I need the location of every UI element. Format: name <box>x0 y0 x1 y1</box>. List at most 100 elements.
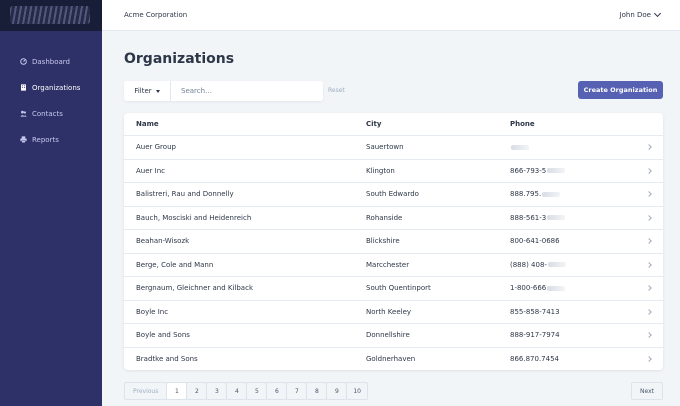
chevron-right-icon <box>646 167 652 174</box>
table-row[interactable]: Bauch, Mosciski and Heidenreich Rohanside… <box>124 205 663 230</box>
main-content: Organizations Filter Reset Create Organi… <box>102 31 680 406</box>
next-page-button[interactable]: Next <box>631 382 663 400</box>
table-row[interactable]: Berge, Cole and Mann Marcchester (888) 408… <box>124 252 663 277</box>
org-city-cell[interactable]: Blickshire <box>366 237 400 245</box>
org-name-cell[interactable]: Boyle and Sons <box>136 331 190 339</box>
pagination: Previous 1 2 3 4 5 6 7 8 9 10 <box>124 382 368 400</box>
page-title: Organizations <box>124 51 235 67</box>
page-9-button[interactable]: 9 <box>326 382 348 400</box>
page-6-button[interactable]: 6 <box>266 382 288 400</box>
org-phone-cell[interactable] <box>510 143 529 151</box>
org-city-cell[interactable]: Goldnerhaven <box>366 355 415 363</box>
table-row[interactable]: Auer Group Sauertown <box>124 135 663 159</box>
page-3-button[interactable]: 3 <box>206 382 228 400</box>
org-phone-cell[interactable]: 888.795. <box>510 190 561 198</box>
table-header: Name City Phone <box>124 113 663 135</box>
users-icon <box>20 110 27 117</box>
sidebar-item-reports[interactable]: Reports <box>20 133 102 146</box>
reset-button[interactable]: Reset <box>328 87 345 94</box>
page-5-button[interactable]: 5 <box>246 382 268 400</box>
obscured-text <box>542 191 561 197</box>
org-name-cell[interactable]: Berge, Cole and Mann <box>136 261 213 269</box>
chevron-right-icon <box>646 332 652 339</box>
table-row[interactable]: Auer Inc Klington 866-793-5 <box>124 158 663 183</box>
org-name-cell[interactable]: Beahan-Wisozk <box>136 237 189 245</box>
search-input[interactable] <box>171 81 323 101</box>
organizations-table: Name City Phone Auer Group Sauertown Auer … <box>124 113 663 370</box>
org-name-cell[interactable]: Boyle Inc <box>136 308 168 316</box>
column-header-phone: Phone <box>510 120 535 128</box>
table-row[interactable]: Boyle and Sons Donnellshire 888-917-7974 <box>124 323 663 347</box>
org-city-cell[interactable]: Donnellshire <box>366 331 410 339</box>
create-organization-button[interactable]: Create Organization <box>578 81 663 99</box>
org-phone-cell[interactable]: 888-917-7974 <box>510 331 560 339</box>
obscured-text <box>547 285 566 291</box>
user-menu[interactable]: John Doe <box>619 9 662 19</box>
printer-icon <box>20 136 27 143</box>
org-phone-cell[interactable]: 800-641-0686 <box>510 237 560 245</box>
table-row[interactable]: Boyle Inc North Keeley 855-858-7413 <box>124 299 663 324</box>
page-4-button[interactable]: 4 <box>226 382 248 400</box>
org-city-cell[interactable]: Marcchester <box>366 261 409 269</box>
org-phone-cell[interactable]: (888) 408- <box>510 261 566 269</box>
org-name-cell[interactable]: Bradtke and Sons <box>136 355 198 363</box>
sidebar-item-organizations[interactable]: Organizations <box>20 81 102 94</box>
page-1-button[interactable]: 1 <box>166 382 188 400</box>
building-icon <box>20 84 27 91</box>
org-phone-cell[interactable]: 888-561-3 <box>510 214 566 222</box>
logo-image <box>10 6 90 24</box>
table-row[interactable]: Bradtke and Sons Goldnerhaven 866.870.7454 <box>124 346 663 371</box>
sidebar-item-dashboard[interactable]: Dashboard <box>20 55 102 68</box>
org-city-cell[interactable]: Klington <box>366 167 395 175</box>
obscured-text <box>547 215 566 221</box>
obscured-text <box>547 168 566 174</box>
column-header-city: City <box>366 120 382 128</box>
chevron-down-icon <box>653 9 662 18</box>
obscured-text <box>547 262 566 268</box>
org-name-cell[interactable]: Auer Group <box>136 143 176 151</box>
table-row[interactable]: Balistreri, Rau and Donnelly South Edward… <box>124 182 663 206</box>
previous-page-button[interactable]: Previous <box>124 382 168 400</box>
table-row[interactable]: Beahan-Wisozk Blickshire 800-641-0686 <box>124 229 663 253</box>
sidebar: Dashboard Organizations Contacts Reports <box>0 31 102 406</box>
org-phone-cell[interactable]: 1-800-666 <box>510 284 566 292</box>
org-city-cell[interactable]: Sauertown <box>366 143 404 151</box>
org-phone-cell[interactable]: 855-858-7413 <box>510 308 560 316</box>
org-city-cell[interactable]: South Edwardo <box>366 190 419 198</box>
dashboard-icon <box>20 58 27 65</box>
page-10-button[interactable]: 10 <box>346 382 368 400</box>
org-name-cell[interactable]: Auer Inc <box>136 167 165 175</box>
org-phone-cell[interactable]: 866.870.7454 <box>510 355 559 363</box>
page-7-button[interactable]: 7 <box>286 382 308 400</box>
chevron-right-icon <box>646 261 652 268</box>
column-header-name: Name <box>136 120 159 128</box>
sidebar-item-label: Organizations <box>32 83 81 92</box>
org-name-cell[interactable]: Balistreri, Rau and Donnelly <box>136 190 234 198</box>
chevron-right-icon <box>646 144 652 151</box>
chevron-right-icon <box>646 285 652 292</box>
app-logo[interactable] <box>0 0 102 31</box>
org-name-cell[interactable]: Bauch, Mosciski and Heidenreich <box>136 214 251 222</box>
page-8-button[interactable]: 8 <box>306 382 328 400</box>
org-city-cell[interactable]: North Keeley <box>366 308 411 316</box>
sidebar-item-label: Contacts <box>32 109 63 118</box>
chevron-right-icon <box>646 238 652 245</box>
filter-label: Filter <box>134 87 152 95</box>
org-name-cell[interactable]: Bergnaum, Gleichner and Kilback <box>136 284 253 292</box>
table-row[interactable]: Bergnaum, Gleichner and Kilback South Que… <box>124 276 663 300</box>
org-city-cell[interactable]: Rohanside <box>366 214 402 222</box>
sidebar-item-label: Dashboard <box>32 57 70 66</box>
sidebar-item-contacts[interactable]: Contacts <box>20 107 102 120</box>
chevron-right-icon <box>646 191 652 198</box>
org-city-cell[interactable]: South Quentinport <box>366 284 431 292</box>
chevron-right-icon <box>646 355 652 362</box>
chevron-right-icon <box>646 214 652 221</box>
filter-dropdown-button[interactable]: Filter <box>124 81 171 101</box>
company-name: Acme Corporation <box>124 11 188 19</box>
caret-down-icon <box>155 89 160 93</box>
page-2-button[interactable]: 2 <box>186 382 208 400</box>
user-name: John Doe <box>619 11 651 19</box>
org-phone-cell[interactable]: 866-793-5 <box>510 167 566 175</box>
filter-search-bar: Filter <box>124 81 323 101</box>
table-body: Auer Group Sauertown Auer Inc Klington 866-7… <box>124 135 663 370</box>
